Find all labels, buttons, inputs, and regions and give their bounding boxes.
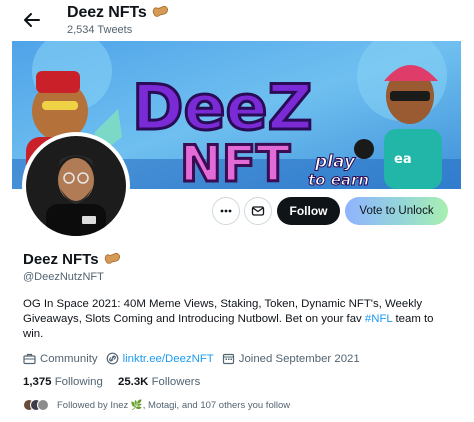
avatar-artwork — [26, 136, 126, 236]
followed-by-text: Followed by Inez 🌿, Motagi, and 107 othe… — [57, 399, 291, 411]
profile-handle: @DeezNutzNFT — [23, 271, 104, 283]
tweet-count: 2,534 Tweets — [67, 24, 133, 36]
website: linktr.ee/DeezNFT — [106, 352, 214, 365]
briefcase-icon — [23, 353, 36, 365]
message-button[interactable] — [244, 197, 272, 225]
followers-link[interactable]: 25.3K Followers — [118, 376, 200, 388]
calendar-icon — [222, 353, 234, 365]
svg-text:DeeZ: DeeZ — [132, 71, 313, 144]
follow-stats: 1,375 Following 25.3K Followers — [23, 376, 212, 388]
header-title: Deez NFTs — [67, 4, 169, 24]
hashtag-link[interactable]: #NFL — [365, 313, 392, 325]
bio-text: OG In Space 2021: 40M Meme Views, Stakin… — [23, 298, 423, 325]
svg-text:NFT: NFT — [180, 135, 290, 189]
arrow-left-icon — [24, 13, 40, 27]
peanut-icon — [151, 5, 169, 24]
svg-text:ea: ea — [394, 152, 412, 167]
followed-by[interactable]: Followed by Inez 🌿, Motagi, and 107 othe… — [23, 399, 290, 411]
back-button[interactable] — [20, 8, 44, 32]
profile-avatar[interactable] — [22, 132, 130, 240]
more-dots-icon — [220, 209, 232, 213]
avatar — [37, 399, 49, 411]
follow-button[interactable]: Follow — [277, 197, 340, 225]
link-icon — [106, 352, 119, 365]
svg-text:play: play — [314, 152, 356, 172]
profile-name: Deez NFTs — [23, 251, 121, 270]
profile-meta: Community linktr.ee/DeezNFT Joined Septe… — [23, 352, 368, 365]
peanut-icon — [103, 252, 121, 270]
website-link[interactable]: linktr.ee/DeezNFT — [123, 353, 214, 365]
category: Community — [23, 352, 98, 365]
follower-avatars — [23, 399, 49, 411]
profile-bio: OG In Space 2021: 40M Meme Views, Stakin… — [23, 297, 453, 342]
join-date: Joined September 2021 — [222, 352, 360, 365]
vote-to-unlock-button[interactable]: Vote to Unlock — [345, 197, 448, 225]
profile-header: Deez NFTs 2,534 Tweets — [0, 0, 474, 42]
more-button[interactable] — [212, 197, 240, 225]
svg-text:to earn: to earn — [308, 171, 369, 189]
following-link[interactable]: 1,375 Following — [23, 376, 103, 388]
envelope-icon — [251, 206, 265, 216]
